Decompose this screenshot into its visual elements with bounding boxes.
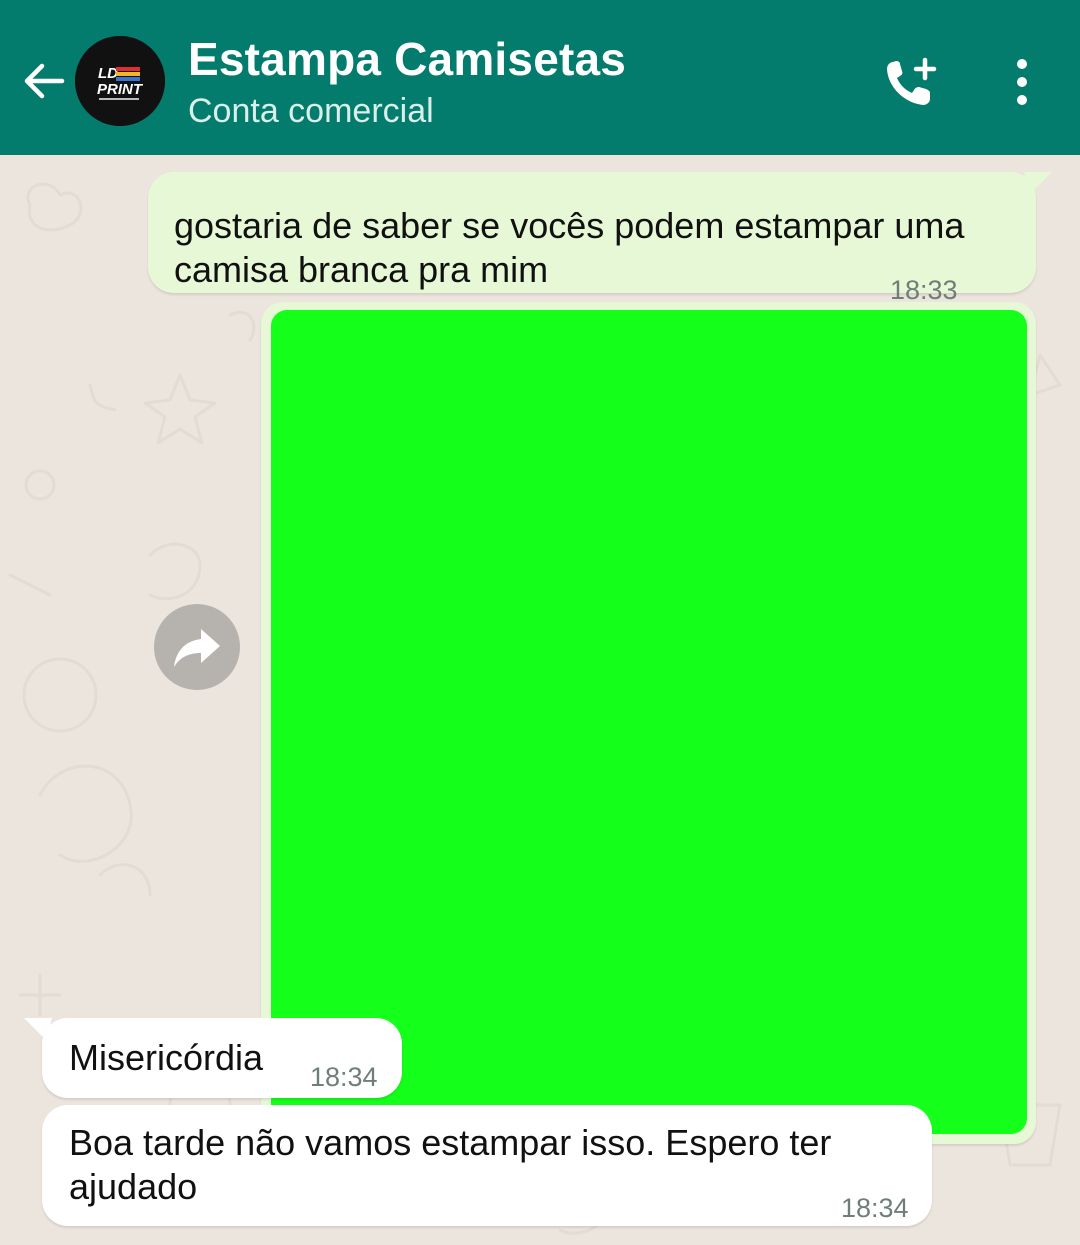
bubble-tail bbox=[1024, 172, 1052, 194]
message-bubble-outgoing[interactable]: gostaria de saber se vocês podem estampa… bbox=[148, 172, 1036, 305]
message-time: 18:34 bbox=[841, 1193, 909, 1223]
contact-name[interactable]: Estampa Camisetas bbox=[188, 32, 626, 86]
avatar[interactable]: LD PRINT bbox=[75, 36, 165, 126]
message-bubble-incoming[interactable]: Boa tarde não vamos estampar isso. Esper… bbox=[42, 1105, 932, 1226]
message-bubble-incoming[interactable]: Misericórdia 18:34 bbox=[42, 1018, 402, 1098]
message-text: Boa tarde não vamos estampar isso. Esper… bbox=[69, 1122, 832, 1207]
arrow-left-icon[interactable] bbox=[18, 56, 68, 106]
chat-header: LD PRINT Estampa Camisetas Conta comerci… bbox=[0, 0, 1080, 155]
ld-print-logo: LD PRINT bbox=[75, 36, 165, 126]
add-call-icon[interactable] bbox=[880, 54, 940, 110]
message-time: 18:34 bbox=[310, 1062, 378, 1092]
forward-icon bbox=[174, 629, 220, 667]
svg-text:LD: LD bbox=[98, 65, 118, 82]
svg-text:PRINT: PRINT bbox=[97, 81, 144, 98]
message-text: gostaria de saber se vocês podem estampa… bbox=[174, 205, 965, 290]
chat-area[interactable]: gostaria de saber se vocês podem estampa… bbox=[0, 155, 1080, 1245]
more-vertical-icon[interactable] bbox=[1004, 56, 1040, 108]
contact-status: Conta comercial bbox=[188, 92, 434, 130]
forward-button[interactable] bbox=[154, 604, 240, 690]
message-text: Misericórdia bbox=[69, 1037, 264, 1078]
image-attachment[interactable] bbox=[271, 310, 1027, 1134]
